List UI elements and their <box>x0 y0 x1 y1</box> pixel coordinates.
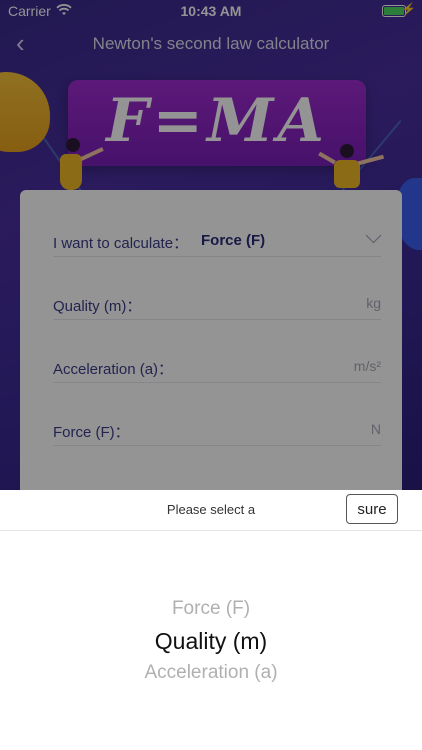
picker-option-acceleration[interactable]: Acceleration (a) <box>0 662 422 684</box>
modal-dim-overlay[interactable] <box>0 0 422 490</box>
picker-option-force[interactable]: Force (F) <box>0 598 422 620</box>
sure-button[interactable]: sure <box>346 494 398 524</box>
screen: F=MA Carrier 10:43 AM ⚡ ‹ Newton's secon… <box>0 0 422 750</box>
option-picker: Please select a sure Force (F) Quality (… <box>0 490 422 750</box>
picker-option-quality[interactable]: Quality (m) <box>0 628 422 655</box>
picker-toolbar: Please select a sure <box>0 490 422 531</box>
